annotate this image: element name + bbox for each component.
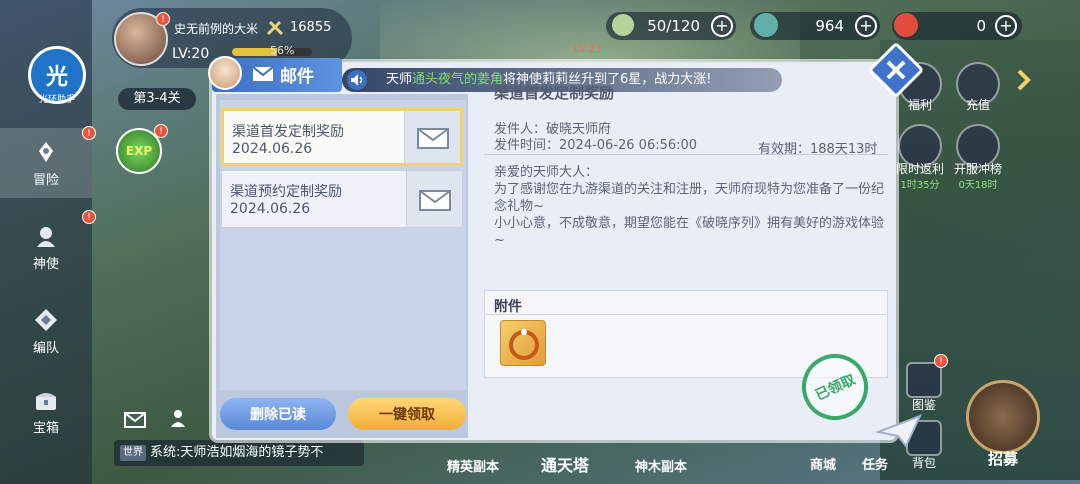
exp-badge: ! — [154, 124, 168, 138]
nav-envoy-label: 神使 — [32, 256, 59, 272]
tokens-add-button[interactable]: + — [995, 15, 1017, 37]
stage-label[interactable]: 第3-4关 — [118, 88, 196, 110]
mail-body-line: 为了感谢您在九游渠道的关注和注册，天师府现特为您准备了一份纪念礼物~ — [494, 182, 885, 214]
mail-title: 邮件 — [280, 67, 314, 87]
nav-formation-label: 编队 — [32, 340, 59, 356]
stamina-icon — [612, 14, 634, 36]
nav-envoy-badge: ! — [82, 210, 96, 224]
stamina-value: 50/120 — [647, 17, 700, 35]
recruit-label: 招募 — [987, 450, 1018, 468]
tasks-label[interactable]: 任务 — [850, 454, 900, 473]
mail-item-title: 渠道预约定制奖励 — [230, 184, 342, 200]
broadcast-pre: 天师 — [386, 72, 413, 87]
gallery-badge: ! — [934, 354, 948, 368]
gems-add-button[interactable]: + — [855, 15, 877, 37]
logo-char: 光 — [45, 65, 68, 90]
attachment-item[interactable] — [500, 320, 546, 366]
world-chat-text: 系统:天师浩如烟海的镜子势不 — [150, 445, 324, 460]
map-level: LV.21 — [574, 42, 603, 55]
attachment-label: 附件 — [494, 299, 522, 315]
send-icon — [876, 414, 922, 448]
delete-read-button[interactable]: 删除已读 — [220, 398, 336, 430]
rebate-label: 限时返利 — [895, 162, 944, 176]
mail-item-date: 2024.06.26 — [230, 201, 311, 217]
close-icon[interactable] — [884, 58, 908, 82]
nav-chest[interactable]: 宝箱 — [0, 376, 92, 446]
envelope-open-icon — [416, 128, 449, 149]
avatar-badge: ! — [156, 12, 170, 26]
gem-icon — [754, 13, 778, 37]
gems-value: 964 — [815, 17, 844, 35]
stamina-add-button[interactable]: + — [711, 15, 733, 37]
mail-item-date: 2024.06.26 — [232, 141, 313, 157]
speaker-icon — [347, 70, 367, 90]
power-icon — [266, 20, 284, 36]
player-level: LV:20 — [172, 46, 210, 62]
divine-dungeon[interactable]: 神木副本 — [628, 456, 694, 475]
mail-send-time: 发件时间：2024-06-26 06:56:00 — [494, 138, 698, 153]
claim-all-button[interactable]: 一键领取 — [348, 398, 466, 430]
player-name: 史无前例的大米 — [174, 22, 259, 36]
logo-subtitle: 光环助手 — [38, 95, 75, 105]
tokens-value: 0 — [976, 17, 986, 35]
adventure-icon — [39, 141, 53, 162]
nav-envoy[interactable]: 神使 — [0, 212, 92, 282]
gallery-label: 图鉴 — [911, 398, 936, 412]
mail-item[interactable]: 渠道首发定制奖励 2024.06.26 — [221, 108, 463, 166]
bag-label: 背包 — [911, 456, 936, 470]
nav-formation[interactable]: 编队 — [0, 296, 92, 366]
mascot-avatar — [208, 56, 242, 90]
exp-label: EXP — [125, 144, 153, 158]
mail-body-line: 小小心意，不成敬意，期望您能在《破晓序列》拥有美好的游戏体验~ — [494, 216, 885, 248]
chevron-right-icon[interactable] — [1016, 68, 1032, 92]
mail-item-envelope — [406, 171, 462, 227]
mail-greeting: 亲爱的天师大人： — [494, 165, 599, 180]
tower-button[interactable]: 通天塔 — [532, 452, 598, 476]
xp-percent: 56% — [270, 44, 295, 57]
mail-detail-title: 渠道首发定制奖励 — [494, 84, 615, 102]
world-chat[interactable]: 世界 系统:天师浩如烟海的镜子势不 — [114, 440, 364, 466]
token-icon — [894, 13, 918, 37]
gallery-icon[interactable] — [906, 362, 942, 398]
mail-item-envelope — [404, 111, 460, 163]
rebate-timer: 1时35分 — [900, 180, 940, 191]
elite-dungeon[interactable]: 精英副本 — [440, 456, 506, 475]
nav-adventure-label: 冒险 — [32, 172, 59, 188]
rank-timer: 0天18时 — [958, 180, 998, 191]
mail-item-title: 渠道首发定制奖励 — [232, 124, 344, 140]
detail-divider — [484, 154, 888, 155]
formation-icon — [35, 308, 57, 331]
friends-icon[interactable] — [170, 408, 192, 428]
mail-item[interactable]: 渠道预约定制奖励 2024.06.26 — [221, 170, 463, 228]
recharge-label: 充值 — [965, 98, 990, 112]
nav-adventure[interactable]: 冒险 — [0, 128, 92, 198]
ring-icon — [509, 329, 539, 360]
world-tag: 世界 — [120, 444, 146, 461]
rank-label: 开服冲榜 — [953, 162, 1002, 176]
chest-icon — [36, 392, 56, 410]
broadcast-highlight: 通头夜气的姜角 — [412, 72, 504, 87]
envelope-open-icon — [418, 190, 451, 211]
mail-icon — [252, 66, 274, 81]
envoy-icon — [37, 226, 55, 247]
mail-shortcut-icon[interactable] — [124, 412, 146, 428]
attachment-divider — [486, 314, 886, 315]
recruit-button[interactable] — [966, 380, 1040, 454]
shop-label[interactable]: 商城 — [798, 454, 848, 473]
mail-body: 亲爱的天师大人： 为了感谢您在九游渠道的关注和注册，天师府现特为您准备了一份纪念… — [494, 164, 886, 249]
welfare-label: 福利 — [907, 98, 932, 112]
player-power: 16855 — [290, 20, 332, 35]
nav-chest-label: 宝箱 — [32, 420, 59, 436]
nav-adventure-badge: ! — [82, 126, 96, 140]
